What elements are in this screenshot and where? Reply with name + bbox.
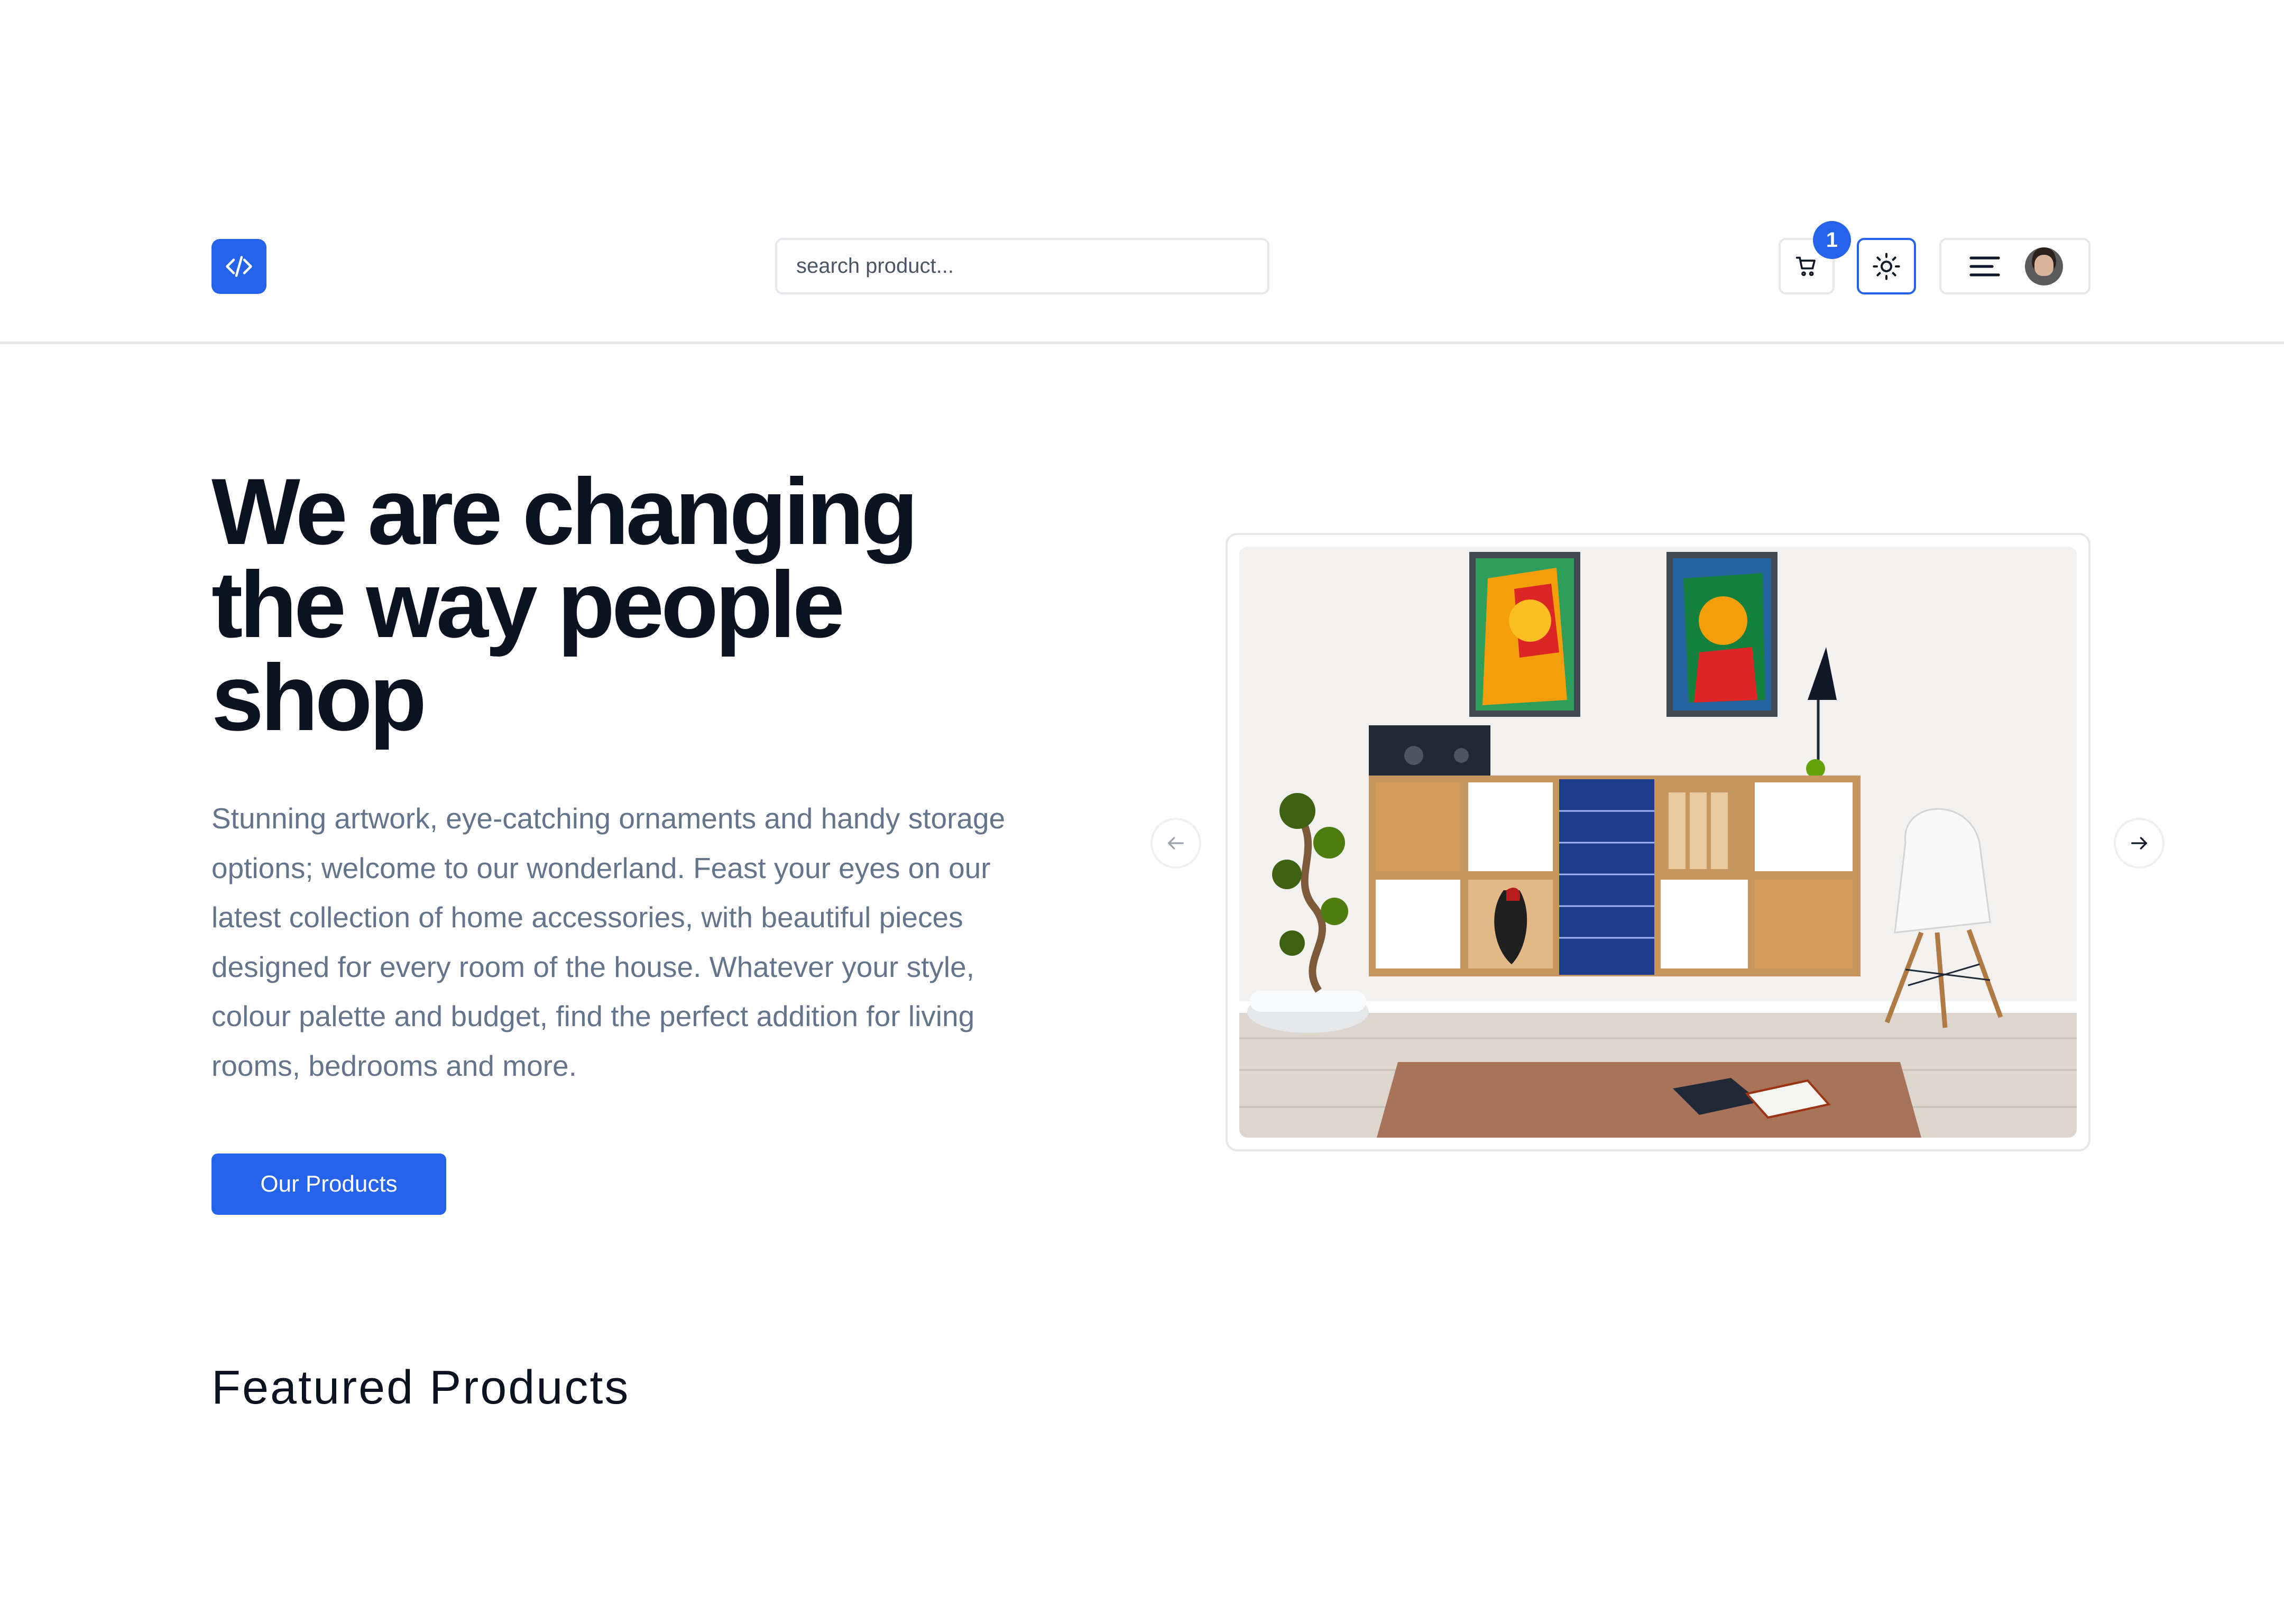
arrow-left-icon xyxy=(1168,837,1184,850)
shopping-cart-icon xyxy=(1795,256,1816,276)
hero-description: Stunning artwork, eye-catching ornaments… xyxy=(211,802,1006,1082)
our-products-button[interactable]: Our Products xyxy=(211,1154,446,1215)
carousel-prev-button[interactable] xyxy=(1150,818,1201,869)
menu-icon xyxy=(1969,256,2000,276)
user-avatar xyxy=(2025,247,2063,285)
carousel-next-button[interactable] xyxy=(2114,818,2165,869)
user-menu-button[interactable] xyxy=(1939,238,2090,294)
hero-carousel xyxy=(1226,533,2090,1151)
page: 1 We are changing the way xyxy=(0,0,2284,1624)
logo[interactable] xyxy=(211,239,266,294)
carousel-slide-image xyxy=(1239,547,2077,1138)
code-icon xyxy=(226,256,252,277)
site-header: 1 xyxy=(0,0,2284,344)
sun-icon xyxy=(1873,252,1900,280)
search-input[interactable] xyxy=(775,238,1269,294)
featured-products-heading: Featured Products xyxy=(211,1361,630,1414)
hero-title: We are changing the way people shop xyxy=(211,459,918,750)
theme-toggle-button[interactable] xyxy=(1857,238,1916,294)
cart-count-badge: 1 xyxy=(1813,221,1851,259)
room-photo xyxy=(1239,547,2077,1138)
arrow-right-icon xyxy=(2131,837,2147,850)
